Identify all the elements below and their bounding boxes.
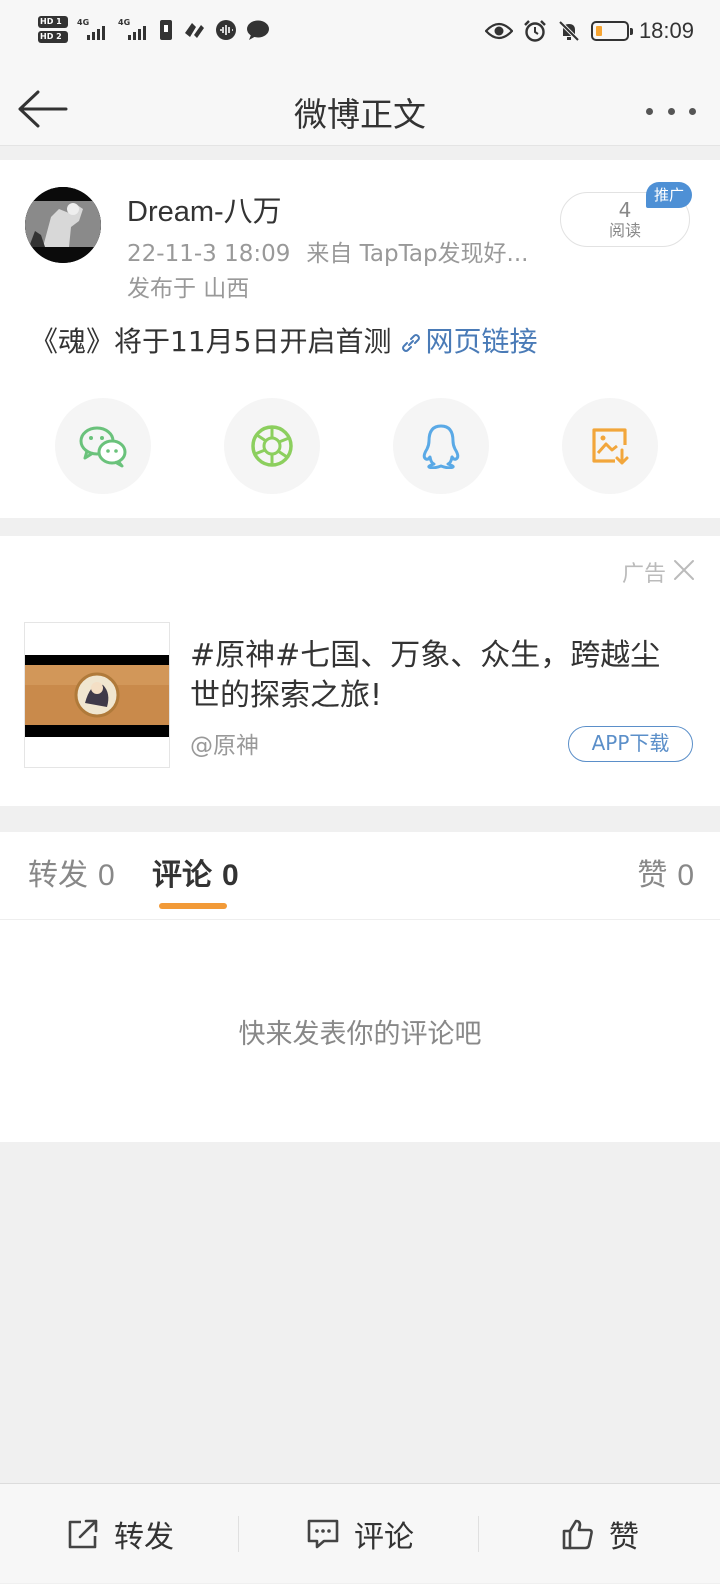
post-source[interactable]: 来自 TapTap发现好... xyxy=(306,241,528,267)
audio-icon xyxy=(216,19,236,40)
active-tab-indicator xyxy=(159,903,227,909)
repost-label: 转发 xyxy=(114,1520,174,1555)
signal-sim2-icon: 4G xyxy=(118,18,150,42)
post-meta: 22-11-3 18:09 来自 TapTap发现好... xyxy=(127,234,528,268)
repost-icon xyxy=(68,1519,98,1549)
comment-label: 评论 xyxy=(354,1520,414,1555)
tab-comment[interactable]: 评论 0 xyxy=(152,850,239,894)
tab-like[interactable]: 赞0 xyxy=(637,850,694,894)
avatar[interactable] xyxy=(25,187,101,263)
status-right: 18:09 xyxy=(484,18,694,44)
battery-fill xyxy=(595,26,602,36)
mute-icon xyxy=(558,20,580,42)
tab-comment-label: 评论 xyxy=(152,858,212,893)
like-button[interactable]: 赞 xyxy=(480,1484,720,1584)
web-link[interactable]: 网页链接 xyxy=(399,325,537,358)
post-text: 《魂》将于11月5日开启首测 网页链接 xyxy=(30,320,537,360)
signal-sim1-icon: 4G xyxy=(77,18,109,42)
share-moments-button[interactable] xyxy=(224,398,320,494)
empty-comments-text: 快来发表你的评论吧 xyxy=(238,1019,482,1050)
more-button[interactable] xyxy=(646,96,696,126)
feedback-tabs: 转发 0 评论 0 赞0 xyxy=(0,832,720,920)
ad-thumbnail-image xyxy=(25,623,169,767)
ad-thumbnail[interactable] xyxy=(24,622,170,768)
hd-indicators: HD 1 HD 2 xyxy=(38,16,68,43)
ad-title[interactable]: #原神#七国、万象、众生，跨越尘世的探索之旅! xyxy=(190,636,690,716)
web-link-label: 网页链接 xyxy=(425,325,538,358)
repost-button[interactable]: 转发 xyxy=(0,1484,240,1584)
sim-icon xyxy=(160,19,172,40)
read-label: 阅读 xyxy=(608,221,641,240)
comment-list: 快来发表你的评论吧 xyxy=(0,920,720,1142)
share-qq-button[interactable] xyxy=(393,398,489,494)
save-image-button[interactable] xyxy=(562,398,658,494)
hd-call-icon xyxy=(185,22,204,38)
status-time: 18:09 xyxy=(638,18,694,43)
nav-bar: 微博正文 xyxy=(0,72,720,146)
link-icon xyxy=(402,334,421,352)
wechat-icon xyxy=(79,426,127,468)
alarm-icon xyxy=(524,20,546,42)
eye-comfort-icon xyxy=(484,22,513,40)
tab-like-count: 0 xyxy=(677,859,694,892)
moments-icon xyxy=(251,425,293,467)
comment-icon xyxy=(307,1519,339,1549)
divider xyxy=(478,1516,479,1552)
ad-account[interactable]: @原神 xyxy=(190,726,259,760)
save-image-icon xyxy=(592,428,629,465)
page-title: 微博正文 xyxy=(294,95,426,134)
status-left: HD 1 HD 2 4G 4G xyxy=(38,16,270,43)
share-wechat-button[interactable] xyxy=(55,398,151,494)
post-date: 22-11-3 18:09 xyxy=(127,241,291,267)
share-row xyxy=(0,398,720,494)
tab-repost-label: 转发 xyxy=(28,858,88,893)
tab-like-label: 赞 xyxy=(637,858,668,893)
divider xyxy=(238,1516,239,1552)
author-name[interactable]: Dream-八万 xyxy=(127,188,282,230)
post-location: 发布于 山西 xyxy=(127,276,250,302)
qq-icon xyxy=(422,424,460,469)
ad-card[interactable]: 广告 #原神#七国、万象、众生，跨越尘世的探索之旅! @原神 APP下载 xyxy=(0,536,720,806)
close-icon[interactable] xyxy=(672,558,696,582)
like-label: 赞 xyxy=(609,1520,639,1555)
status-bar: HD 1 HD 2 4G 4G 18:09 xyxy=(0,0,720,72)
promote-tag[interactable]: 推广 xyxy=(646,182,692,208)
tab-repost[interactable]: 转发 0 xyxy=(28,850,115,894)
post-card: Dream-八万 22-11-3 18:09 来自 TapTap发现好... 发布… xyxy=(0,160,720,518)
battery-icon xyxy=(590,21,633,41)
post-body: 《魂》将于11月5日开启首测 xyxy=(30,325,392,358)
more-icon xyxy=(646,107,653,115)
message-icon xyxy=(247,20,269,40)
bottom-action-bar: 转发 评论 赞 xyxy=(0,1483,720,1583)
avatar-image xyxy=(25,187,101,263)
hd1-badge: HD 1 xyxy=(38,16,68,28)
ad-label: 广告 xyxy=(622,562,667,587)
thumbs-up-icon xyxy=(562,1519,593,1550)
tab-repost-count: 0 xyxy=(98,859,115,892)
hd2-badge: HD 2 xyxy=(38,31,68,43)
tab-comment-count: 0 xyxy=(222,859,239,892)
app-download-button[interactable]: APP下载 xyxy=(568,726,693,762)
comment-button[interactable]: 评论 xyxy=(240,1484,480,1584)
